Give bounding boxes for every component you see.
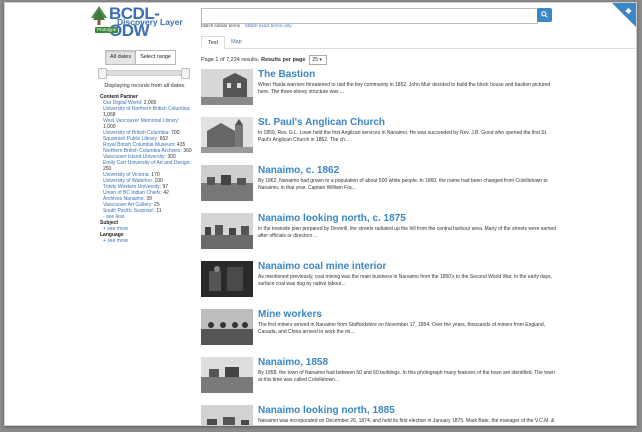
result-item: The Bastion When Haida warriors threatene… [201,69,636,114]
match-exact-link[interactable]: Match exact terms only [245,23,291,28]
result-item: Nanaimo, c. 1862 By 1862, Nanaimo had gro… [201,165,636,210]
result-description: By 1858, the town of Nanaimo had between… [258,370,555,383]
result-thumbnail[interactable] [201,213,253,249]
select-range-button[interactable]: Select range [136,50,176,65]
result-title-link[interactable]: St. Paul's Anglican Church [258,117,385,128]
result-description: As mentioned previously, coal mining was… [258,274,553,287]
all-dates-button[interactable]: All dates [105,50,137,65]
language-see-more-link[interactable]: + see more [100,238,192,244]
result-item: Nanaimo coal mine interior As mentioned p… [201,261,636,306]
result-thumbnail[interactable] [201,165,253,201]
facet-item-content-partner[interactable]: West Vancouver Memorial Library: 1,000 [100,118,192,130]
result-thumbnail[interactable] [201,357,253,393]
result-thumbnail[interactable] [201,405,253,426]
logo-subtitle: Discovery Layer [117,17,183,27]
facet-item-name: Emily Carr University of Art and Design: [103,160,191,166]
result-thumbnail[interactable] [201,117,253,153]
result-title-link[interactable]: Nanaimo, 1858 [258,357,328,368]
search-icon [541,11,548,18]
result-description: The first miners arrived in Nanaimo from… [258,322,545,335]
result-item: Nanaimo looking north, 1885 Nanaimo was i… [201,405,636,426]
match-options: Match similar terms Match exact terms on… [201,23,292,28]
main-content: Match similar terms Match exact terms on… [201,3,636,425]
facet-item-count: 11 [156,208,162,214]
facet-item-count: 360 [183,148,192,154]
content-partner-list: Our Digital World: 2,005 University of No… [100,100,192,214]
facet-item-count: 700 [171,130,180,136]
app-window: ◆ BCDL-ODW Discovery Layer Prototype All… [4,2,637,426]
facet-item-content-partner[interactable]: Emily Carr University of Art and Design:… [100,160,192,172]
per-page-value: 25 [312,57,318,63]
result-thumbnail[interactable] [201,261,253,297]
slider-min-handle[interactable] [98,68,107,79]
per-page-select[interactable]: 25 ▾ [309,55,328,65]
slider-max-handle[interactable] [181,68,190,79]
result-description: In the townsite plan prepared by Deveril… [258,226,556,239]
result-title-link[interactable]: The Bastion [258,69,315,80]
tab-map[interactable]: Map [225,36,248,48]
result-description: In 1859, Rev. G.L. Lowe held the first A… [258,130,548,143]
view-tabs: Text Map [201,36,636,49]
per-page-label: Results per page [261,57,306,63]
page-count: Page 1 of 7,224 results. [201,57,260,63]
result-item: Nanaimo, 1858 By 1858, the town of Nanaim… [201,357,636,402]
result-item: St. Paul's Anglican Church In 1859, Rev. … [201,117,636,162]
facet-item-name: University of Northern British Columbia: [103,106,191,112]
result-description: Nanaimo was incorporated on December 26,… [258,418,555,424]
facet-item-content-partner[interactable]: University of Northern British Columbia:… [100,106,192,118]
date-toggle: All dates Select range [105,50,176,65]
result-title-link[interactable]: Mine workers [258,309,322,320]
result-description: By 1862, Nanaimo had grown to a populati… [258,178,548,191]
tree-logo-icon [91,6,107,25]
tab-text[interactable]: Text [201,36,226,49]
pagination-info: Page 1 of 7,224 results. Results per pag… [201,55,328,65]
result-title-link[interactable]: Nanaimo, c. 1862 [258,165,339,176]
search-input[interactable] [201,8,538,24]
result-title-link[interactable]: Nanaimo coal mine interior [258,261,386,272]
result-item: Mine workers The first miners arrived in … [201,309,636,354]
facet-item-count: 42 [163,190,169,196]
match-similar-option[interactable]: Match similar terms [201,23,240,28]
date-range-status: Displaying records from all dates. [104,83,186,89]
result-item: Nanaimo looking north, c. 1875 In the tow… [201,213,636,258]
sidebar: BCDL-ODW Discovery Layer Prototype All d… [5,3,195,425]
result-title-link[interactable]: Nanaimo looking north, 1885 [258,405,395,416]
result-thumbnail[interactable] [201,69,253,105]
result-title-link[interactable]: Nanaimo looking north, c. 1875 [258,213,406,224]
prototype-badge: Prototype [95,27,119,33]
date-slider[interactable] [98,68,190,79]
facets-panel: Content Partner Our Digital World: 2,005… [100,94,192,244]
result-thumbnail[interactable] [201,309,253,345]
slider-track-fill [104,71,184,75]
result-description: When Haida warriors threatened to raid t… [258,82,551,95]
search-button[interactable] [537,8,552,22]
